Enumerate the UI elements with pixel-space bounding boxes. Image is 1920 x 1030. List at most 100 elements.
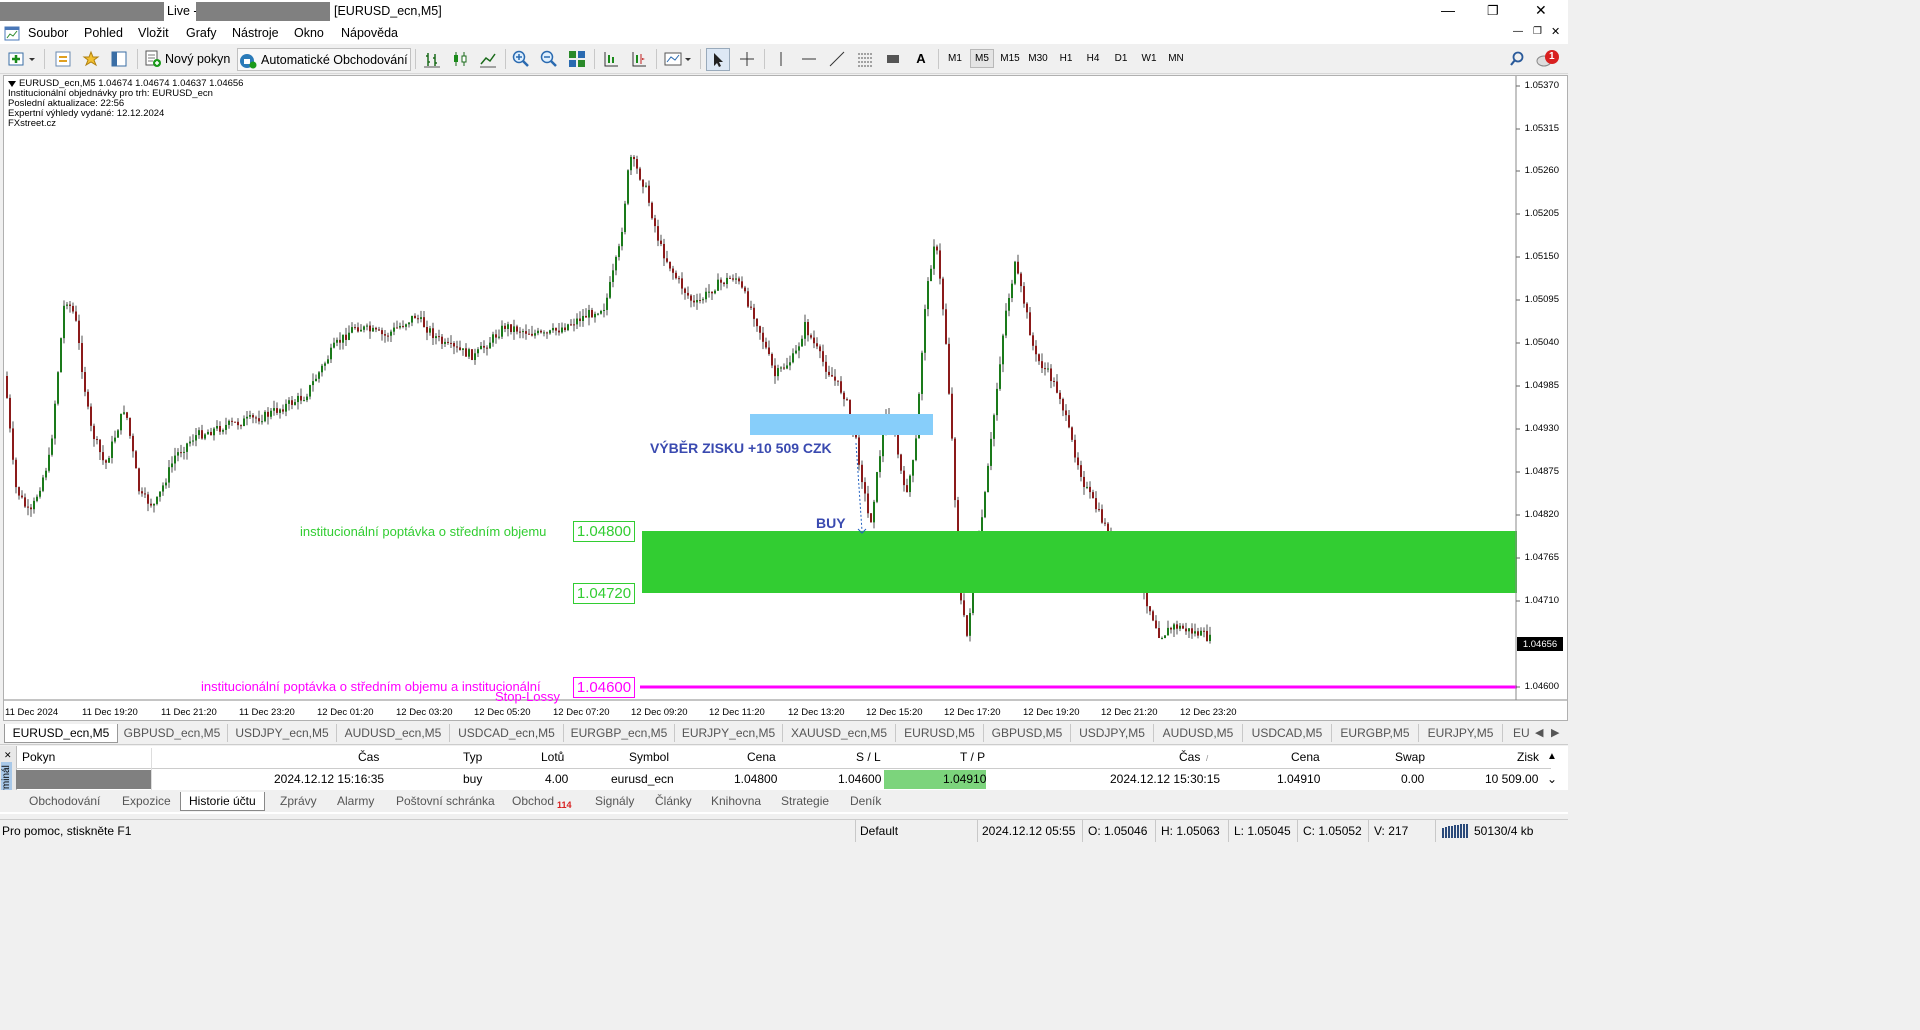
tf-mn[interactable]: MN — [1164, 49, 1188, 68]
chart-tab[interactable]: EURJPY,M5 — [1419, 724, 1503, 742]
tab-expozice[interactable]: Expozice — [122, 792, 171, 810]
bar-chart-icon — [424, 52, 440, 67]
tile-windows-button[interactable] — [566, 48, 588, 69]
terminal-close-icon[interactable]: ✕ — [4, 750, 12, 761]
col-header-pokyn[interactable]: Pokyn — [22, 750, 55, 764]
maximize-button[interactable]: ❐ — [1487, 3, 1499, 19]
chart-tab[interactable]: XAUUSD_ecn,M5 — [783, 724, 896, 742]
tab-clanky[interactable]: Články — [655, 792, 692, 810]
col-header-cas-close[interactable]: Čas — [1179, 750, 1200, 764]
indicators-button[interactable] — [662, 48, 694, 69]
price-chart[interactable] — [4, 76, 1567, 720]
terminal-scroll-down-icon[interactable]: ⌄ — [1547, 772, 1565, 790]
chart-tab[interactable]: USDCAD,M5 — [1243, 724, 1332, 742]
tf-h4[interactable]: H4 — [1081, 49, 1105, 68]
chart-shift-button[interactable] — [628, 48, 650, 69]
tf-m15[interactable]: M15 — [998, 49, 1022, 68]
new-chart-button[interactable] — [6, 48, 38, 69]
child-minimize-button[interactable]: — — [1513, 26, 1523, 37]
tab-historie-uctu[interactable]: Historie účtu — [180, 792, 265, 811]
line-chart-button[interactable] — [477, 48, 499, 69]
col-header-zisk[interactable]: Zisk — [1517, 750, 1539, 764]
tf-d1[interactable]: D1 — [1109, 49, 1133, 68]
chart-tab[interactable]: AUDUSD,M5 — [1154, 724, 1243, 742]
chart-tab[interactable]: EURUSD_ecn,M5 — [4, 724, 118, 743]
child-restore-button[interactable]: ❐ — [1533, 26, 1542, 37]
market-watch-button[interactable] — [52, 48, 74, 69]
col-header-typ[interactable]: Typ — [463, 750, 482, 764]
chart-tab[interactable]: USDJPY,M5 — [1071, 724, 1154, 742]
tf-m30[interactable]: M30 — [1026, 49, 1050, 68]
chart-tab[interactable]: USDJPY_ecn,M5 — [228, 724, 337, 742]
menu-pohled[interactable]: Pohled — [84, 26, 123, 40]
status-profile[interactable]: Default — [860, 824, 898, 838]
col-header-symbol[interactable]: Symbol — [629, 750, 669, 764]
minimize-button[interactable]: — — [1441, 2, 1455, 18]
tabs-scroll-right-icon[interactable]: ▶ — [1551, 726, 1559, 739]
col-header-lotu[interactable]: Lotů — [541, 750, 564, 764]
chart-tab[interactable]: EURGBP_ecn,M5 — [564, 724, 675, 742]
chart-tab[interactable]: AUDUSD_ecn,M5 — [337, 724, 450, 742]
menu-vlozit[interactable]: Vložit — [138, 26, 169, 40]
chart-tab[interactable]: GBPUSD,M5 — [984, 724, 1071, 742]
chart-area[interactable]: EURUSD_ecn,M5 1.04674 1.04674 1.04637 1.… — [3, 75, 1568, 721]
tab-obchod[interactable]: Obchod — [512, 792, 554, 810]
info-collapse-icon[interactable] — [8, 80, 16, 88]
tab-signaly[interactable]: Signály — [595, 792, 634, 810]
candle-body — [15, 459, 17, 488]
new-order-button[interactable]: Nový pokyn — [144, 48, 232, 69]
chart-tab[interactable]: EU — [1503, 724, 1539, 742]
candlestick-button[interactable] — [449, 48, 471, 69]
col-header-cena[interactable]: Cena — [747, 750, 776, 764]
tf-m5[interactable]: M5 — [970, 49, 994, 68]
horizontal-line-button[interactable] — [798, 48, 820, 69]
menu-okno[interactable]: Okno — [294, 26, 324, 40]
candle-body — [648, 185, 650, 203]
chart-tab[interactable]: GBPUSD_ecn,M5 — [117, 724, 228, 742]
zoom-in-button[interactable] — [510, 48, 532, 69]
chart-tab[interactable]: EURUSD,M5 — [896, 724, 984, 742]
menu-soubor[interactable]: Soubor — [28, 26, 68, 40]
crosshair-button[interactable] — [736, 48, 758, 69]
search-button[interactable] — [1507, 48, 1527, 69]
vertical-line-button[interactable] — [770, 48, 792, 69]
tf-w1[interactable]: W1 — [1137, 49, 1161, 68]
bar-chart-button[interactable] — [421, 48, 443, 69]
chart-tab[interactable]: USDCAD_ecn,M5 — [450, 724, 564, 742]
tab-denik[interactable]: Deník — [850, 792, 881, 810]
tabs-scroll-left-icon[interactable]: ◀ — [1535, 726, 1543, 739]
notifications-button[interactable]: 1 — [1535, 48, 1561, 69]
auto-scroll-button[interactable] — [600, 48, 622, 69]
candle-body — [480, 345, 482, 350]
tab-obchodovani[interactable]: Obchodování — [29, 792, 100, 810]
rectangle-button[interactable] — [882, 48, 904, 69]
tab-zpravy[interactable]: Zprávy — [280, 792, 317, 810]
col-header-cas[interactable]: Čas — [358, 750, 379, 764]
navigator-button[interactable] — [80, 48, 102, 69]
terminal-scroll-up-icon[interactable]: ▲ — [1547, 748, 1565, 768]
trendline-button[interactable] — [826, 48, 848, 69]
chart-tab[interactable]: EURJPY_ecn,M5 — [675, 724, 783, 742]
col-header-sl[interactable]: S / L — [856, 750, 881, 764]
auto-trading-button[interactable]: Automatické Obchodování — [237, 48, 411, 71]
cursor-tool-button[interactable] — [706, 48, 730, 71]
chart-tab[interactable]: EURGBP,M5 — [1332, 724, 1419, 742]
terminal-button[interactable] — [108, 48, 130, 69]
tab-strategie[interactable]: Strategie — [781, 792, 829, 810]
col-header-swap[interactable]: Swap — [1395, 750, 1425, 764]
tf-m1[interactable]: M1 — [943, 49, 967, 68]
zoom-out-button[interactable] — [538, 48, 560, 69]
tab-alarmy[interactable]: Alarmy — [337, 792, 374, 810]
col-header-tp[interactable]: T / P — [960, 750, 985, 764]
child-close-button[interactable]: ✕ — [1551, 25, 1560, 38]
text-tool-button[interactable]: A — [910, 48, 932, 69]
tf-h1[interactable]: H1 — [1054, 49, 1078, 68]
menu-nastroje[interactable]: Nástroje — [232, 26, 279, 40]
tab-postovni-schranka[interactable]: Poštovní schránka — [396, 792, 495, 810]
menu-napoveda[interactable]: Nápověda — [341, 26, 398, 40]
fibonacci-button[interactable] — [854, 48, 876, 69]
menu-grafy[interactable]: Grafy — [186, 26, 217, 40]
col-header-cena-close[interactable]: Cena — [1291, 750, 1320, 764]
tab-knihovna[interactable]: Knihovna — [711, 792, 761, 810]
close-button[interactable]: ✕ — [1535, 2, 1547, 19]
